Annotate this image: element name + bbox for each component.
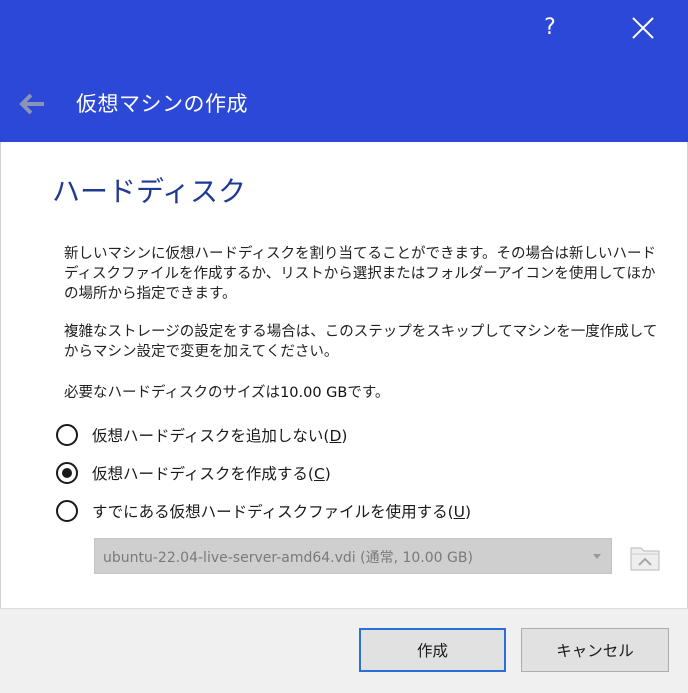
cancel-button[interactable]: キャンセル: [521, 628, 669, 672]
title-bar: [0, 0, 688, 142]
size-prefix: 必要なハードディスクのサイズは: [64, 385, 281, 401]
back-arrow-icon: [19, 93, 44, 115]
back-button[interactable]: [18, 92, 46, 116]
disk-file-select[interactable]: ubuntu-22.04-live-server-amd64.vdi (通常, …: [94, 538, 612, 574]
radio-no-disk[interactable]: 仮想ハードディスクを追加しない(D): [56, 422, 347, 448]
close-icon: [632, 17, 654, 39]
radio-button[interactable]: [56, 424, 78, 446]
radio-button[interactable]: [56, 462, 78, 484]
page-title: ハードディスク: [52, 175, 247, 208]
folder-icon: [630, 547, 660, 571]
create-button[interactable]: 作成: [359, 628, 506, 672]
size-suffix: です。: [347, 385, 390, 401]
radio-button[interactable]: [56, 500, 78, 522]
size-value: 10.00 GB: [280, 385, 348, 401]
disk-file-select-value: ubuntu-22.04-live-server-amd64.vdi (通常, …: [103, 550, 473, 566]
radio-label: すでにある仮想ハードディスクファイルを使用する(U): [92, 503, 472, 521]
choose-disk-file-button[interactable]: [628, 540, 662, 574]
radio-use-existing-disk[interactable]: すでにある仮想ハードディスクファイルを使用する(U): [56, 498, 471, 524]
required-size-text: 必要なハードディスクのサイズは10.00 GBです。: [64, 383, 664, 403]
radio-label: 仮想ハードディスクを作成する(C): [92, 465, 331, 483]
help-button[interactable]: ?: [530, 8, 570, 48]
description-text: 新しいマシンに仮想ハードディスクを割り当てることができます。その場合は新しいハー…: [64, 246, 657, 302]
radio-create-disk[interactable]: 仮想ハードディスクを作成する(C): [56, 460, 331, 486]
close-button[interactable]: [620, 8, 664, 48]
storage-hint-text: 複雑なストレージの設定をする場合は、このステップをスキップしてマシンを一度作成し…: [64, 324, 658, 360]
radio-label: 仮想ハードディスクを追加しない(D): [92, 427, 348, 445]
chevron-down-icon: [593, 554, 601, 559]
window-title: 仮想マシンの作成: [76, 92, 248, 116]
